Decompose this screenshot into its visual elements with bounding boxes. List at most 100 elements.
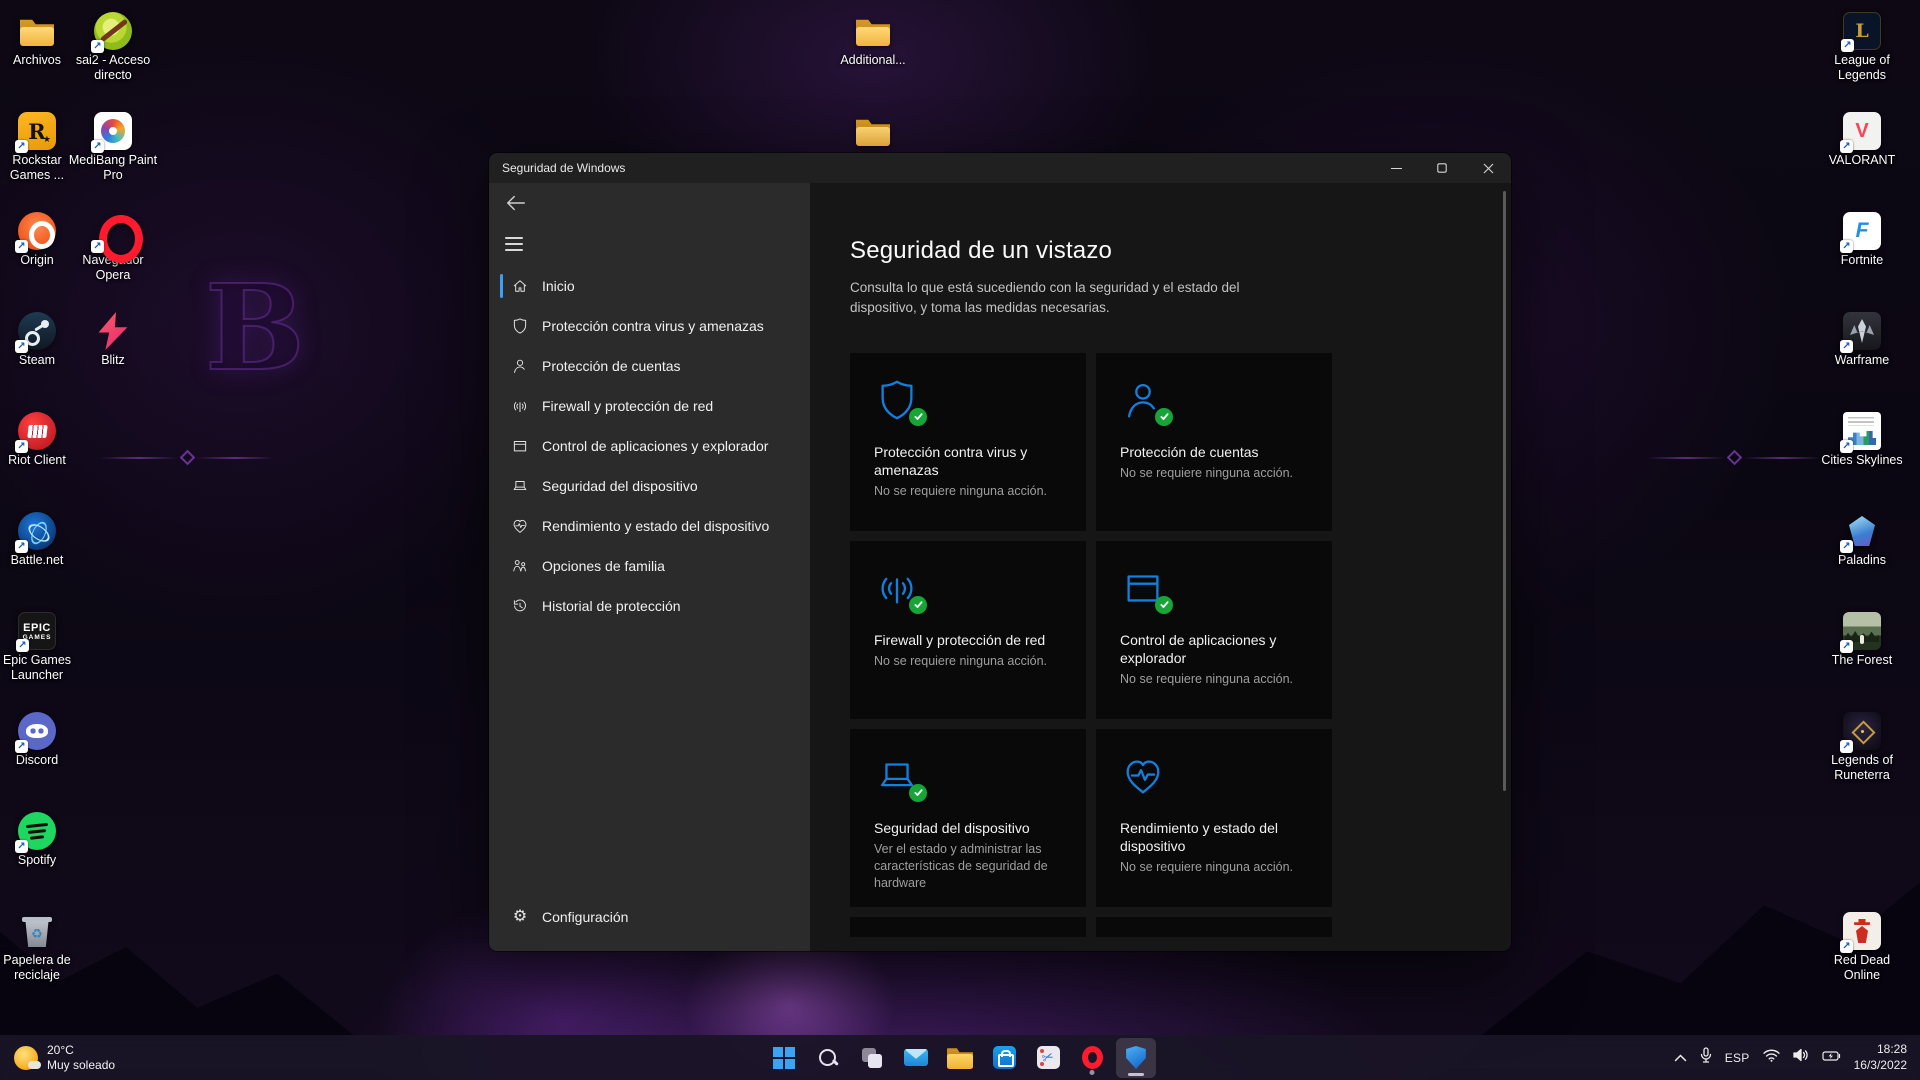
desktop-icon-opera[interactable]: ↗Navegador Opera [68,212,158,283]
desktop-icon-riot[interactable]: ↗Riot Client [0,412,82,468]
desktop-icon-blitz[interactable]: ↗Blitz [68,312,158,368]
home-icon [511,277,529,295]
sidebar-item-shield[interactable]: Protección contra virus y amenazas [489,306,810,346]
desktop-icon-valorant[interactable]: V↗VALORANT [1817,112,1907,168]
desktop-icon-runeterra[interactable]: ↗Legends of Runeterra [1817,712,1907,783]
desktop-icon-lol[interactable]: L↗League of Legends [1817,12,1907,83]
shortcut-arrow-icon: ↗ [1841,39,1854,52]
family-icon [511,557,529,575]
taskbar-store-button[interactable] [984,1038,1024,1078]
card-apps[interactable]: Control de aplicaciones y exploradorNo s… [1096,541,1332,719]
language-indicator[interactable]: ESP [1725,1051,1750,1065]
card-shield[interactable]: Protección contra virus y amenazasNo se … [850,353,1086,531]
desktop-icon-spotify[interactable]: ↗Spotify [0,812,82,868]
desktop-icon-label: Blitz [68,353,158,368]
shield-icon [874,377,920,423]
sidebar-nav: Inicio Protección contra virus y amenazas… [489,266,810,626]
sidebar-item-family[interactable]: Opciones de familia [489,546,810,586]
desktop-icon-paladins[interactable]: ↗ Paladins [1817,512,1907,568]
desktop-icon-forest[interactable]: ↗The Forest [1817,612,1907,668]
shortcut-arrow-icon: ↗ [1840,340,1853,353]
back-button[interactable] [505,193,531,217]
sidebar-item-label: Protección contra virus y amenazas [542,318,764,334]
maximize-button[interactable] [1419,153,1465,183]
sidebar-item-firewall[interactable]: Firewall y protección de red [489,386,810,426]
microphone-icon[interactable] [1700,1047,1712,1068]
folder2-icon [854,112,892,150]
health-icon [1120,753,1166,799]
taskbar-snipping-tool-button[interactable]: ✂ [1028,1038,1068,1078]
shortcut-arrow-icon: ↗ [1840,640,1853,653]
desktop-icon-medibang[interactable]: ↗MediBang Paint Pro [68,112,158,183]
shield-icon [511,317,529,335]
desktop-icon-label: Epic Games Launcher [0,653,82,683]
taskbar-start-button[interactable] [764,1038,804,1078]
opera-icon [1082,1046,1103,1069]
desktop-icon-warframe[interactable]: ↗Warframe [1817,312,1907,368]
paladins-icon: ↗ [1843,512,1881,550]
desktop-icon-label: Warframe [1817,353,1907,368]
taskbar-opera-button[interactable] [1072,1038,1112,1078]
sidebar-item-history[interactable]: Historial de protección [489,586,810,626]
search-icon [817,1047,839,1069]
sidebar-item-device[interactable]: Seguridad del dispositivo [489,466,810,506]
desktop-icon-label: Cities Skylines [1817,453,1907,468]
desktop-icon-sai2[interactable]: ↗sai2 - Acceso directo [68,12,158,83]
desktop-icon-discord[interactable]: ↗Discord [0,712,82,768]
taskbar-search-button[interactable] [808,1038,848,1078]
shortcut-arrow-icon: ↗ [1840,440,1853,453]
card-partial [1096,917,1332,937]
sidebar-item-health[interactable]: Rendimiento y estado del dispositivo [489,506,810,546]
weather-temp: 20°C [47,1043,115,1058]
runeterra-icon: ↗ [1843,712,1881,750]
weather-widget[interactable]: 20°C Muy soleado [0,1035,129,1080]
system-tray: ESP 18:28 16/3/2022 [1674,1035,1920,1080]
shortcut-arrow-icon: ↗ [91,140,104,153]
taskbar-file-explorer-button[interactable] [940,1038,980,1078]
desktop-icon-additional[interactable]: Additional... [828,12,918,68]
windows-security-icon [1126,1046,1147,1069]
card-status: No se requiere ninguna acción. [874,653,1062,670]
battery-icon[interactable] [1822,1049,1841,1067]
rdo-icon: ↗ [1843,912,1881,950]
taskbar-task-view-button[interactable] [852,1038,892,1078]
desktop-icon-folder2[interactable] [828,112,918,153]
menu-button[interactable] [505,237,523,251]
card-partial [850,917,1086,937]
sun-icon [14,1046,38,1070]
desktop-icon-label: Legends of Runeterra [1817,753,1907,783]
sidebar-item-apps[interactable]: Control de aplicaciones y explorador [489,426,810,466]
clock[interactable]: 18:28 16/3/2022 [1854,1042,1907,1073]
sai2-icon: ↗ [94,12,132,50]
desktop-icon-papelera[interactable]: ♻Papelera de reciclaje [0,912,82,983]
taskbar-mail-button[interactable] [896,1038,936,1078]
close-button[interactable] [1465,153,1511,183]
sidebar: Inicio Protección contra virus y amenazas… [489,183,810,951]
minimize-button[interactable] [1373,153,1419,183]
wifi-icon[interactable] [1763,1049,1780,1067]
desktop-icon-fortnite[interactable]: F↗Fortnite [1817,212,1907,268]
scrollbar[interactable] [1503,191,1506,791]
card-health[interactable]: Rendimiento y estado del dispositivoNo s… [1096,729,1332,907]
tray-chevron-up-icon[interactable] [1674,1049,1687,1067]
taskbar-windows-security-button[interactable] [1116,1038,1156,1078]
mail-icon [904,1049,928,1066]
papelera-icon: ♻ [18,912,56,950]
desktop-icon-epic[interactable]: ↗Epic Games Launcher [0,612,82,683]
card-person[interactable]: Protección de cuentasNo se requiere ning… [1096,353,1332,531]
sidebar-item-settings[interactable]: ⚙ Configuración [489,897,810,937]
card-device[interactable]: Seguridad del dispositivoVer el estado y… [850,729,1086,907]
shortcut-arrow-icon: ↗ [16,639,29,652]
volume-icon[interactable] [1793,1048,1809,1067]
card-firewall[interactable]: Firewall y protección de redNo se requie… [850,541,1086,719]
desktop-icon-rdo[interactable]: ↗Red Dead Online [1817,912,1907,983]
sidebar-item-person[interactable]: Protección de cuentas [489,346,810,386]
window-title: Seguridad de Windows [489,161,625,175]
desktop-icon-battlenet[interactable]: ↗Battle.net [0,512,82,568]
sidebar-item-label: Rendimiento y estado del dispositivo [542,518,769,534]
tray-date: 16/3/2022 [1854,1058,1907,1074]
desktop-icon-label: sai2 - Acceso directo [68,53,158,83]
desktop-icon-label: Paladins [1817,553,1907,568]
desktop-icon-cities[interactable]: ↗Cities Skylines [1817,412,1907,468]
sidebar-item-home[interactable]: Inicio [489,266,810,306]
